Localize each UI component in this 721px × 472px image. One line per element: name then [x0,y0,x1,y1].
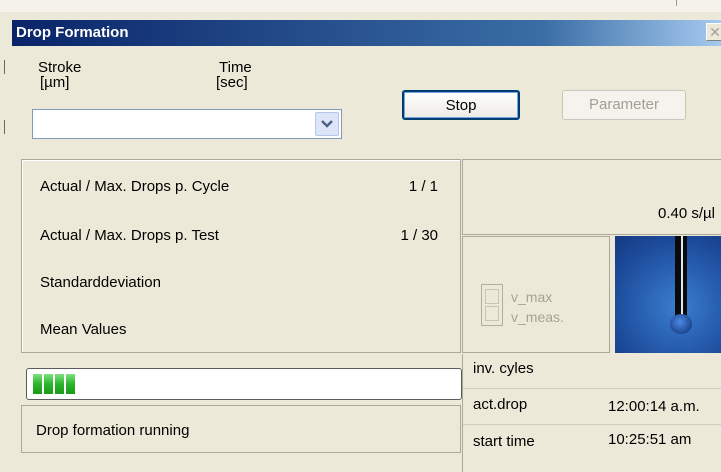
act-drop-value: 12:00:14 a.m. [608,398,700,415]
drops-per-cycle-value: 1 / 1 [408,178,438,195]
velocity-indicator-bottom [485,306,499,321]
drop [670,314,692,334]
inv-cycles-label: inv. cyles [473,360,534,377]
needle-highlight [681,236,683,318]
drops-per-test-value: 1 / 30 [400,227,438,244]
progress-segment [55,374,64,394]
start-time-value: 10:25:51 am [608,431,692,448]
top-strip [0,0,721,12]
progress-segment [66,374,75,394]
top-edge-mark [676,0,677,6]
velocity-indicator-top [485,289,499,304]
act-drop-label: act.drop [473,396,528,413]
chevron-down-icon[interactable] [315,112,339,136]
drops-per-test-label: Actual / Max. Drops p. Test [40,227,219,244]
close-icon[interactable]: ✕ [706,23,721,41]
left-edge-mark [4,60,5,74]
title-bar[interactable]: Drop Formation ✕ [12,20,721,46]
window-title: Drop Formation [16,24,129,41]
v-meas-label: v_meas. [511,309,564,325]
progress-segment [44,374,53,394]
start-time-label: start time [473,433,535,450]
stop-button[interactable]: Stop [402,90,520,120]
drop-progress-bar [26,368,462,400]
velocity-panel: v_max v_meas. [462,236,610,353]
stroke-time-select[interactable] [32,109,342,139]
rate-panel: 0.40 s/µl [462,159,721,235]
camera-view [615,236,721,353]
left-edge-mark [4,120,5,134]
mean-values-label: Mean Values [40,321,127,338]
standard-deviation-label: Standarddeviation [40,274,161,291]
stroke-unit-label: [µm] [40,74,70,91]
progress-segment [33,374,42,394]
velocity-indicator [481,284,503,326]
info-separator [463,424,721,425]
info-separator [463,388,721,389]
drops-per-cycle-label: Actual / Max. Drops p. Cycle [40,178,230,195]
status-text: Drop formation running [36,422,190,439]
drop-statistics-panel: Actual / Max. Drops p. Cycle 1 / 1 Actua… [21,159,461,353]
dosing-rate-value: 0.40 s/µl [657,205,715,222]
parameter-button[interactable]: Parameter [562,90,686,120]
chevron-down-icon-glyph [321,120,333,128]
status-panel: Drop formation running [21,405,461,453]
time-unit-label: [sec] [216,74,248,91]
drop-formation-window: Stroke [µm] Time [sec] Stop Parameter Ac… [12,46,721,472]
v-max-label: v_max [511,289,553,305]
timing-info-panel: inv. cyles act.drop 12:00:14 a.m. start … [462,354,721,472]
